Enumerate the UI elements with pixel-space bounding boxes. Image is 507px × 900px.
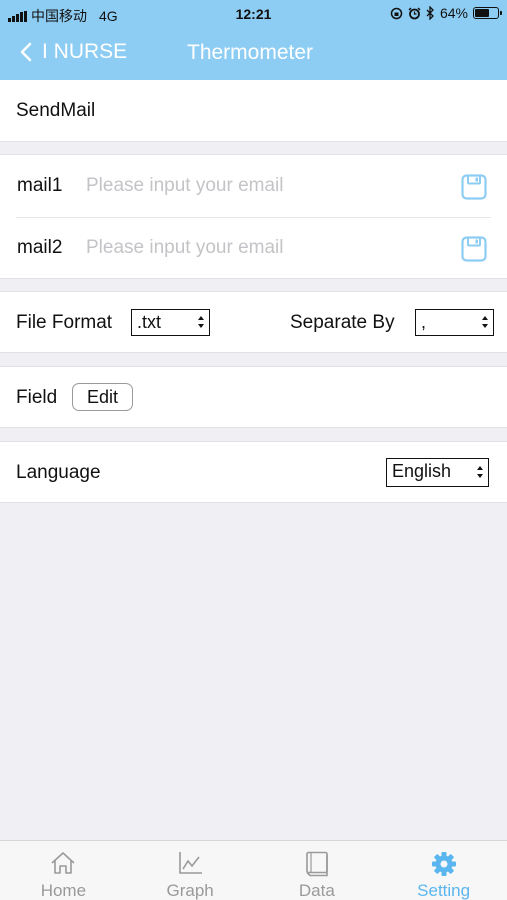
mail-section: mail1 mail2 (0, 154, 507, 279)
language-select[interactable]: English (386, 458, 489, 487)
tab-bar: Home Graph Data Setting (0, 840, 507, 900)
tab-home[interactable]: Home (0, 841, 127, 900)
edit-button[interactable]: Edit (72, 383, 133, 411)
save-icon[interactable] (461, 236, 487, 262)
file-format-section: File Format .txt Separate By , (0, 291, 507, 353)
sendmail-title: SendMail (16, 100, 96, 121)
back-button[interactable]: I NURSE (20, 40, 127, 64)
mail2-label: mail2 (17, 237, 63, 258)
nav-bar: I NURSE Thermometer (0, 28, 507, 80)
tab-setting[interactable]: Setting (380, 841, 507, 900)
home-icon (51, 852, 75, 874)
tab-setting-label: Setting (417, 881, 471, 900)
mail1-label: mail1 (17, 175, 63, 196)
field-section: Field Edit (0, 366, 507, 428)
field-label: Field (16, 387, 58, 408)
mail2-input[interactable] (86, 231, 426, 265)
separate-by-select[interactable]: , (415, 309, 494, 336)
mail1-input[interactable] (86, 169, 426, 203)
back-label: I NURSE (42, 40, 128, 63)
select-arrows-icon (477, 466, 483, 478)
language-label: Language (16, 462, 101, 483)
language-section: Language English (0, 441, 507, 503)
book-icon (306, 851, 328, 877)
file-format-label: File Format (16, 312, 113, 333)
battery-icon (473, 7, 502, 19)
sendmail-section: SendMail (0, 80, 507, 142)
status-bar: 中国移动 4G 12:21 64% (0, 0, 507, 28)
language-value: English (392, 461, 452, 481)
tab-data[interactable]: Data (254, 841, 381, 900)
status-icons: 64% (390, 5, 502, 21)
select-arrows-icon (482, 316, 488, 328)
tab-data-label: Data (298, 881, 335, 900)
tab-home-label: Home (40, 881, 87, 900)
mail1-row: mail1 (0, 155, 507, 217)
separate-by-label: Separate By (290, 312, 395, 333)
alarm-icon (408, 6, 421, 19)
file-format-select[interactable]: .txt (131, 309, 210, 336)
tab-graph[interactable]: Graph (127, 841, 254, 900)
separate-by-value: , (421, 312, 427, 332)
select-arrows-icon (198, 316, 204, 328)
save-icon[interactable] (461, 174, 487, 200)
lock-rotation-icon (390, 7, 403, 19)
graph-icon (179, 852, 203, 874)
file-format-value: .txt (137, 312, 162, 332)
tab-graph-label: Graph (166, 881, 214, 900)
page-title: Thermometer (187, 41, 314, 64)
bluetooth-icon (426, 6, 434, 20)
gear-icon (431, 852, 456, 876)
mail2-row: mail2 (0, 217, 507, 279)
chevron-left-icon (20, 42, 32, 62)
battery-percent: 64% (439, 5, 468, 21)
